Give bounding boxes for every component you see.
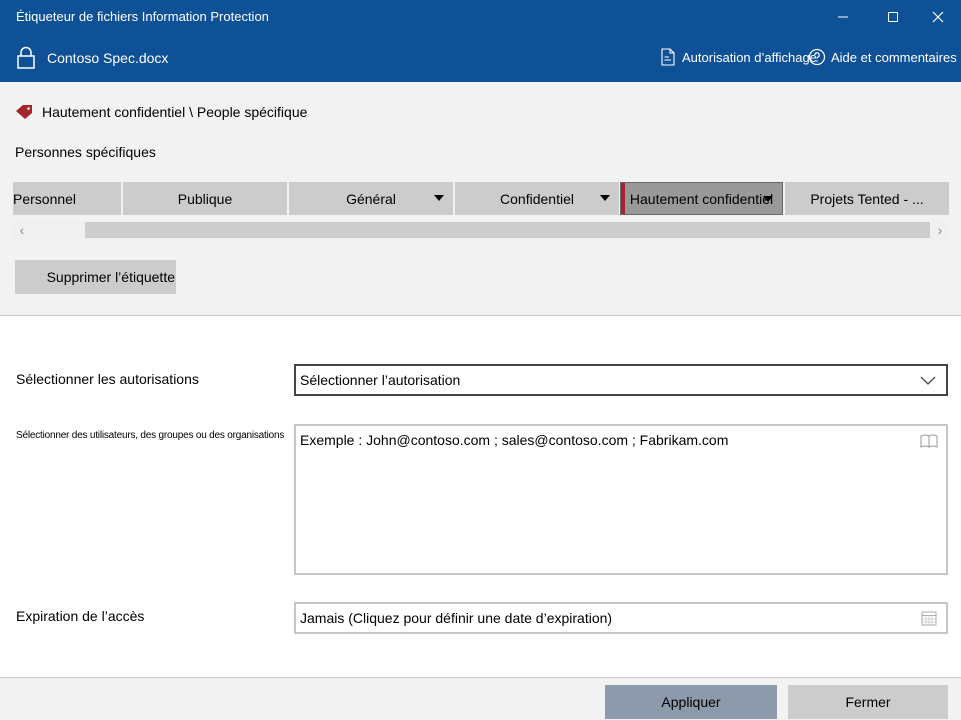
- chevron-down-icon: [920, 376, 936, 385]
- file-name: Contoso Spec.docx: [47, 50, 169, 66]
- label-button-projets-tented[interactable]: Projets Tented - ...: [785, 182, 949, 215]
- users-input[interactable]: Exemple : John@contoso.com ; sales@conto…: [294, 424, 948, 575]
- label-button-text: Projets Tented - ...: [810, 190, 924, 207]
- label-button-text: Publique: [177, 190, 233, 207]
- close-button[interactable]: Fermer: [788, 685, 948, 719]
- users-label: Sélectionner des utilisateurs, des group…: [16, 430, 285, 441]
- close-window-button[interactable]: [915, 0, 961, 34]
- label-color-bar: [621, 183, 625, 214]
- label-button-general[interactable]: Général: [289, 182, 453, 215]
- dropdown-arrow-icon: [763, 196, 773, 202]
- view-permission-button[interactable]: Autorisation d’affichage: [660, 48, 817, 66]
- remove-label-button[interactable]: Supprimer l’étiquette: [15, 260, 176, 294]
- label-panel: Hautement confidentiel \ People spécifiq…: [0, 82, 961, 316]
- help-feedback-button[interactable]: Aide et commentaires: [808, 48, 957, 66]
- label-button-confidentiel[interactable]: Confidentiel: [455, 182, 619, 215]
- minimize-icon: [838, 16, 848, 18]
- view-permission-label: Autorisation d’affichage: [682, 49, 817, 65]
- tag-icon: [16, 105, 32, 119]
- dropdown-arrow-icon: [434, 195, 444, 201]
- window-title: Étiqueteur de fichiers Information Prote…: [16, 9, 269, 24]
- title-bar: Étiqueteur de fichiers Information Prote…: [0, 0, 961, 34]
- scrollbar-thumb[interactable]: [85, 222, 930, 238]
- scroll-right-icon[interactable]: ›: [931, 221, 949, 239]
- permissions-select-value: Sélectionner l’autorisation: [300, 372, 461, 388]
- label-button-text: Général: [346, 190, 396, 207]
- label-scrollbar[interactable]: ‹ ›: [13, 221, 949, 239]
- apply-button[interactable]: Appliquer: [605, 685, 777, 719]
- current-label: Hautement confidentiel \ People spécifiq…: [15, 104, 307, 120]
- minimize-button[interactable]: [820, 0, 866, 34]
- label-button-text: Confidentiel: [500, 190, 574, 207]
- maximize-icon: [888, 12, 898, 22]
- expiry-date-picker[interactable]: Jamais (Cliquez pour définir une date d’…: [294, 602, 948, 634]
- label-button-text: Personnel: [13, 190, 77, 207]
- help-icon: [808, 48, 826, 66]
- lock-icon: [16, 46, 36, 75]
- file-bar: Contoso Spec.docx Autorisation d’afficha…: [0, 34, 961, 82]
- maximize-button[interactable]: [870, 0, 916, 34]
- permissions-label: Sélectionner les autorisations: [16, 371, 199, 387]
- current-label-text: Hautement confidentiel \ People spécifiq…: [42, 104, 308, 120]
- document-permission-icon: [661, 48, 675, 66]
- label-button-publique[interactable]: Publique: [123, 182, 287, 215]
- label-button-hautement-confidentiel[interactable]: Hautement confidentiel: [620, 182, 783, 215]
- users-input-placeholder: Exemple : John@contoso.com ; sales@conto…: [300, 432, 729, 448]
- help-feedback-label: Aide et commentaires: [831, 49, 957, 65]
- permissions-select[interactable]: Sélectionner l’autorisation: [294, 364, 948, 396]
- calendar-icon: [921, 611, 937, 626]
- expiry-label: Expiration de l’accès: [16, 608, 145, 624]
- sublabel-heading: Personnes spécifiques: [15, 144, 156, 160]
- scroll-left-icon[interactable]: ‹: [13, 221, 31, 239]
- footer: Appliquer Fermer: [0, 677, 961, 720]
- label-button-personnel[interactable]: Personnel: [13, 182, 121, 215]
- close-icon: [932, 11, 944, 23]
- label-bar: Personnel Publique Général Confidentiel …: [13, 182, 949, 215]
- dropdown-arrow-icon: [600, 195, 610, 201]
- address-book-icon[interactable]: [920, 434, 938, 453]
- expiry-value: Jamais (Cliquez pour définir une date d’…: [300, 610, 613, 626]
- label-button-text: Hautement confidentiel: [629, 190, 774, 207]
